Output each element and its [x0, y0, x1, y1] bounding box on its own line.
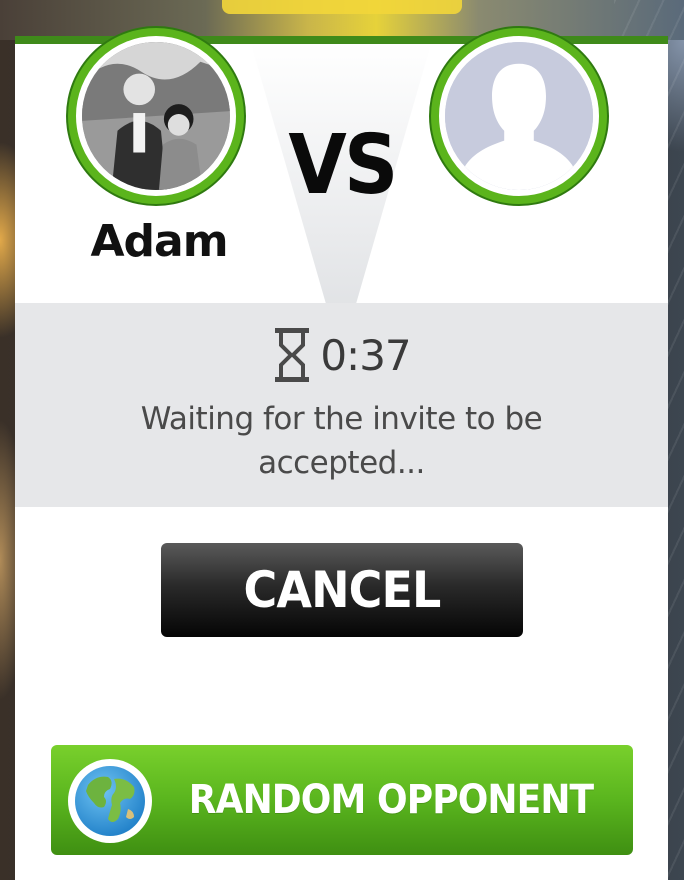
globe-badge	[68, 759, 152, 843]
globe-icon	[75, 766, 145, 836]
random-opponent-label: RANDOM OPPONENT	[188, 777, 594, 823]
opponent-avatar	[431, 28, 607, 204]
random-opponent-button[interactable]: RANDOM OPPONENT	[51, 745, 633, 855]
hourglass-icon	[275, 328, 310, 382]
countdown: 0:37	[15, 325, 668, 385]
versus-label: VS	[288, 118, 398, 213]
cancel-button-label: CANCEL	[243, 561, 442, 619]
player-photo	[82, 42, 230, 190]
countdown-timer: 0:37	[320, 330, 411, 380]
person-silhouette-icon	[445, 42, 593, 190]
challenge-dialog: Adam VS 0:37 Waiting for the invite to b…	[15, 28, 668, 880]
cancel-button[interactable]: CANCEL	[161, 543, 523, 637]
waiting-panel: 0:37 Waiting for the invite to be accept…	[15, 303, 668, 507]
waiting-message: Waiting for the invite to be accepted...	[140, 401, 543, 481]
player-name: Adam	[90, 216, 228, 267]
game-banner-fragment	[222, 0, 462, 14]
player-avatar	[68, 28, 244, 204]
